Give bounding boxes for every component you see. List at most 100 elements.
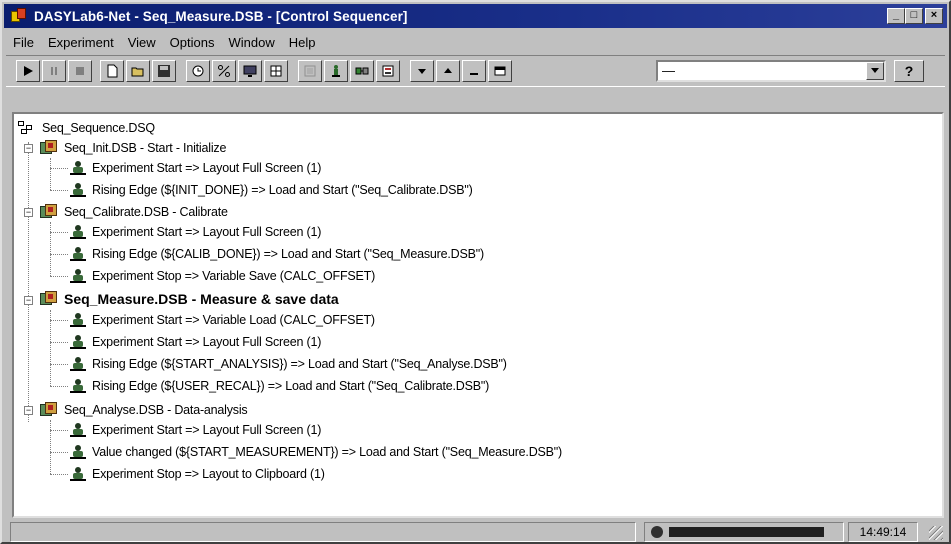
toolbar: — ? xyxy=(6,55,945,87)
tree-connector xyxy=(50,364,68,365)
tree-connector xyxy=(50,474,68,475)
sequence-tree-view[interactable]: Seq_Sequence.DSQ − Seq_Init.DSB - Start … xyxy=(12,112,944,518)
combobox-dropdown-button[interactable] xyxy=(866,62,884,80)
action-icon xyxy=(70,334,86,350)
tree-connector xyxy=(50,232,68,233)
help-button[interactable]: ? xyxy=(894,60,924,82)
action-label: Experiment Start => Layout Full Screen (… xyxy=(92,423,322,437)
module-icon xyxy=(270,65,282,77)
percent-button[interactable] xyxy=(212,60,236,82)
menu-options[interactable]: Options xyxy=(163,35,222,50)
action-item[interactable]: Value changed (${START_MEASUREMENT}) => … xyxy=(70,442,562,462)
action-label: Experiment Stop => Variable Save (CALC_O… xyxy=(92,269,376,283)
minimize-button[interactable]: _ xyxy=(887,8,905,24)
save-disk-icon xyxy=(158,65,170,77)
sequence-label: Seq_Measure.DSB - Measure & save data xyxy=(64,291,339,307)
new-file-button[interactable] xyxy=(100,60,124,82)
minus-icon xyxy=(470,73,478,75)
save-button[interactable] xyxy=(152,60,176,82)
new-file-icon xyxy=(107,64,118,78)
collapse-button[interactable] xyxy=(462,60,486,82)
action-label: Experiment Start => Layout Full Screen (… xyxy=(92,335,322,349)
tree-connector xyxy=(50,254,68,255)
action-item[interactable]: Experiment Start => Layout Full Screen (… xyxy=(70,420,321,440)
sequence-item-current[interactable]: Seq_Measure.DSB - Measure & save data xyxy=(40,289,339,309)
move-up-button[interactable] xyxy=(436,60,460,82)
move-down-button[interactable] xyxy=(410,60,434,82)
sequence-disabled-button[interactable] xyxy=(298,60,322,82)
action-item[interactable]: Rising Edge (${USER_RECAL}) => Load and … xyxy=(70,376,489,396)
properties-icon xyxy=(382,65,394,77)
window-restore-icon xyxy=(494,66,506,76)
menu-window[interactable]: Window xyxy=(221,35,281,50)
tree-root[interactable]: Seq_Sequence.DSQ xyxy=(18,118,155,138)
timer-button[interactable] xyxy=(186,60,210,82)
clock-icon xyxy=(192,65,204,77)
tree-connector xyxy=(50,420,51,474)
action-icon xyxy=(70,246,86,262)
action-icon xyxy=(70,466,86,482)
sequence-item[interactable]: Seq_Init.DSB - Start - Initialize xyxy=(40,138,226,158)
arrow-up-icon xyxy=(444,68,452,73)
display-button[interactable] xyxy=(238,60,262,82)
action-figure-icon xyxy=(332,65,340,77)
action-item[interactable]: Experiment Start => Layout Full Screen (… xyxy=(70,158,321,178)
menu-help[interactable]: Help xyxy=(282,35,323,50)
dasylab-app-icon[interactable] xyxy=(10,8,28,24)
tree-collapse-toggle[interactable]: − xyxy=(24,296,33,305)
action-item[interactable]: Experiment Start => Variable Load (CALC_… xyxy=(70,310,375,330)
action-item[interactable]: Experiment Start => Layout Full Screen (… xyxy=(70,222,321,242)
tree-collapse-toggle[interactable]: − xyxy=(24,208,33,217)
action-item[interactable]: Rising Edge (${START_ANALYSIS}) => Load … xyxy=(70,354,507,374)
connect-button[interactable] xyxy=(350,60,374,82)
chevron-down-icon xyxy=(871,68,879,73)
properties-button[interactable] xyxy=(376,60,400,82)
tree-connector xyxy=(28,142,29,422)
status-led-icon xyxy=(651,526,663,538)
tree-connector xyxy=(50,158,51,190)
menu-experiment[interactable]: Experiment xyxy=(41,35,121,50)
menu-bar: File Experiment View Options Window Help xyxy=(6,32,322,52)
open-folder-icon xyxy=(131,67,144,77)
selection-combobox[interactable]: — xyxy=(656,60,886,82)
action-item[interactable]: Rising Edge (${CALIB_DONE}) => Load and … xyxy=(70,244,484,264)
action-item[interactable]: Experiment Stop => Variable Save (CALC_O… xyxy=(70,266,375,286)
percent-icon xyxy=(218,65,230,77)
sequence-item[interactable]: Seq_Calibrate.DSB - Calibrate xyxy=(40,202,228,222)
sequence-label: Seq_Calibrate.DSB - Calibrate xyxy=(64,205,228,219)
tree-connector xyxy=(50,430,68,431)
action-icon xyxy=(70,356,86,372)
action-button[interactable] xyxy=(324,60,348,82)
restore-button[interactable] xyxy=(488,60,512,82)
close-button[interactable]: × xyxy=(925,8,943,24)
window-title: DASYLab6-Net - Seq_Measure.DSB - [Contro… xyxy=(34,8,408,24)
maximize-button[interactable]: □ xyxy=(905,8,923,24)
stop-button[interactable] xyxy=(68,60,92,82)
module-button[interactable] xyxy=(264,60,288,82)
title-bar[interactable]: DASYLab6-Net - Seq_Measure.DSB - [Contro… xyxy=(4,4,947,28)
progress-bar xyxy=(669,527,824,537)
connect-icon xyxy=(355,67,369,75)
action-icon xyxy=(70,268,86,284)
arrow-down-icon xyxy=(418,69,426,74)
sequence-item[interactable]: Seq_Analyse.DSB - Data-analysis xyxy=(40,400,248,420)
resize-grip[interactable] xyxy=(929,526,943,540)
menu-file[interactable]: File xyxy=(6,35,41,50)
action-item[interactable]: Experiment Start => Layout Full Screen (… xyxy=(70,332,321,352)
pause-button[interactable] xyxy=(42,60,66,82)
open-file-button[interactable] xyxy=(126,60,150,82)
monitor-icon xyxy=(243,65,257,77)
action-item[interactable]: Rising Edge (${INIT_DONE}) => Load and S… xyxy=(70,180,473,200)
sequence-label: Seq_Analyse.DSB - Data-analysis xyxy=(64,403,248,417)
action-label: Experiment Start => Layout Full Screen (… xyxy=(92,225,322,239)
action-item[interactable]: Experiment Stop => Layout to Clipboard (… xyxy=(70,464,325,484)
status-clock: 14:49:14 xyxy=(848,522,918,542)
action-label: Rising Edge (${START_ANALYSIS}) => Load … xyxy=(92,357,507,371)
action-label: Experiment Start => Layout Full Screen (… xyxy=(92,161,322,175)
menu-view[interactable]: View xyxy=(121,35,163,50)
start-button[interactable] xyxy=(16,60,40,82)
tree-connector xyxy=(50,310,51,386)
tree-collapse-toggle[interactable]: − xyxy=(24,144,33,153)
action-icon xyxy=(70,422,86,438)
tree-collapse-toggle[interactable]: − xyxy=(24,406,33,415)
